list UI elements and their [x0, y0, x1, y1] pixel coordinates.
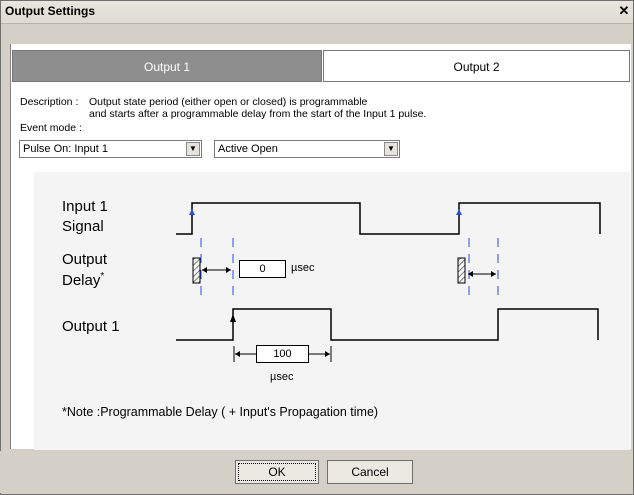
output1-edge-marker [230, 314, 236, 322]
pulse-width-unit-label: µsec [270, 371, 294, 383]
input1-waveform [176, 202, 601, 235]
output-delay-label-line2: Delay* [62, 271, 105, 289]
pulse-width-field[interactable]: 100 [256, 345, 309, 363]
input1-label-line1: Input 1 [62, 198, 108, 215]
arrow-right-icon [226, 267, 231, 273]
ok-button[interactable]: OK [235, 460, 319, 484]
arrow-right-icon [491, 271, 496, 277]
output-delay-label-line1: Output [62, 251, 108, 268]
delay-hatch-1 [192, 257, 201, 284]
arrow-right-icon [325, 351, 330, 357]
arrow-left-icon [202, 267, 207, 273]
cancel-button[interactable]: Cancel [327, 460, 413, 484]
delay-hatch-2 [457, 257, 466, 284]
delay-value-field[interactable]: 0 [239, 260, 286, 278]
output1-label: Output 1 [62, 318, 120, 335]
input1-edge-marker-2 [456, 209, 462, 215]
input1-edge-marker-1 [189, 209, 195, 215]
arrow-left-icon [235, 351, 240, 357]
propagation-note: *Note :Programmable Delay ( + Input's Pr… [62, 405, 379, 419]
delay-unit-label: µsec [291, 262, 315, 274]
timing-diagram-svg [176, 202, 601, 362]
input1-label-line2: Signal [62, 218, 104, 235]
asterisk: * [100, 271, 105, 282]
output1-waveform [176, 308, 599, 341]
